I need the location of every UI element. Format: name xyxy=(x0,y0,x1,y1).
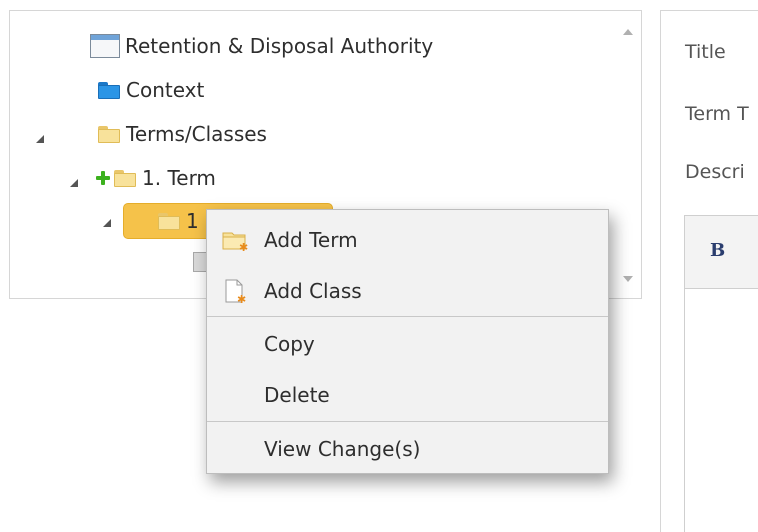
menu-item-view-changes[interactable]: View Change(s) xyxy=(207,423,608,475)
folder-icon xyxy=(98,126,120,143)
add-term-folder-icon: ✱ xyxy=(222,228,248,254)
window-icon xyxy=(90,34,120,58)
tree-item-subterm[interactable]: 1 xyxy=(158,205,199,237)
title-label: Title xyxy=(685,41,726,63)
tree-item-label: Context xyxy=(126,78,205,102)
tree-item-terms-classes[interactable]: Terms/Classes xyxy=(90,118,267,150)
description-editor[interactable]: B xyxy=(684,215,758,532)
menu-item-label: Add Term xyxy=(264,228,358,252)
expand-toggle-icon[interactable] xyxy=(36,135,44,143)
tree-scrollbar[interactable] xyxy=(615,11,641,298)
menu-item-add-term[interactable]: ✱ Add Term xyxy=(207,214,608,266)
menu-item-label: Add Class xyxy=(264,279,362,303)
tree-item-label: 1 xyxy=(186,209,199,233)
scroll-down-arrow-icon[interactable] xyxy=(623,276,633,282)
tree-item-label: Retention & Disposal Authority xyxy=(125,34,434,58)
menu-separator xyxy=(207,421,608,422)
add-class-document-icon: ✱ xyxy=(222,279,248,306)
svg-text:✱: ✱ xyxy=(239,241,248,252)
menu-item-add-class[interactable]: ✱ Add Class xyxy=(207,265,608,317)
app-stage: Retention & Disposal Authority Context T… xyxy=(0,0,758,532)
menu-item-delete[interactable]: Delete xyxy=(207,369,608,421)
folder-blue-icon xyxy=(98,82,120,99)
menu-item-copy[interactable]: Copy xyxy=(207,318,608,370)
svg-text:✱: ✱ xyxy=(237,293,246,303)
tree-item-label: Terms/Classes xyxy=(126,122,267,146)
plus-icon xyxy=(96,171,110,185)
properties-panel: Title Term T Descri B xyxy=(660,10,758,532)
editor-toolbar: B xyxy=(685,216,758,289)
tree-item-label: 1. Term xyxy=(142,166,216,190)
context-menu: ✱ Add Term ✱ Add Class Copy Delete View … xyxy=(206,209,609,474)
tree-item-retention-disposal-authority[interactable]: Retention & Disposal Authority xyxy=(90,30,433,62)
description-label: Descri xyxy=(685,161,745,183)
expand-toggle-icon[interactable] xyxy=(103,219,111,227)
scroll-up-arrow-icon[interactable] xyxy=(623,29,633,35)
menu-separator xyxy=(207,316,608,317)
expand-toggle-icon[interactable] xyxy=(70,179,78,187)
menu-item-label: Copy xyxy=(264,332,315,356)
tree-item-term-1[interactable]: 1. Term xyxy=(96,162,216,194)
menu-item-label: Delete xyxy=(264,383,330,407)
term-type-label: Term T xyxy=(685,103,749,125)
folder-icon xyxy=(158,213,180,230)
menu-item-label: View Change(s) xyxy=(264,437,421,461)
bold-button[interactable]: B xyxy=(710,240,725,261)
tree-item-context[interactable]: Context xyxy=(90,74,204,106)
folder-icon xyxy=(114,170,136,187)
